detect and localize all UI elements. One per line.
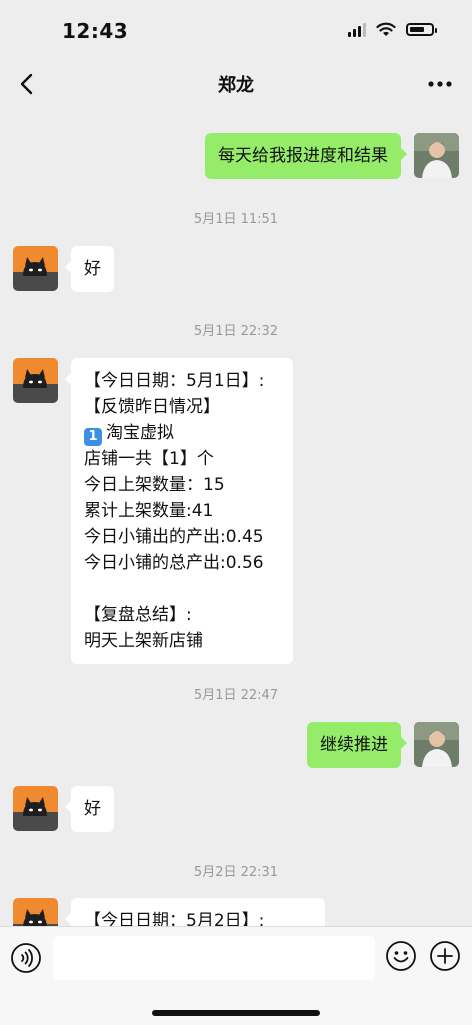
chat-title: 郑龙	[218, 75, 254, 96]
status-icons	[348, 22, 437, 37]
keycap-one-icon: 1	[84, 428, 102, 446]
emoji-icon[interactable]	[385, 940, 417, 972]
message-bubble-report[interactable]: 【今日日期：5月1日】: 【反馈昨日情况】 1 淘宝虚拟 店铺一共【1】个 今日上…	[65, 358, 293, 664]
report-line-keycap: 1 淘宝虚拟	[84, 420, 280, 446]
wifi-icon	[376, 22, 396, 36]
report-line: 累计上架数量:41	[84, 501, 214, 521]
signal-icon	[348, 22, 366, 37]
message-text: 每天给我报进度和结果	[218, 146, 388, 166]
timestamp: 5月1日 22:32	[193, 324, 279, 339]
avatar-contact[interactable]	[13, 358, 58, 403]
battery-icon	[406, 23, 437, 36]
more-dots-icon[interactable]	[424, 68, 456, 100]
report-line: 【反馈昨日情况】	[84, 397, 220, 417]
input-bar	[0, 926, 472, 1025]
plus-icon[interactable]	[429, 940, 461, 972]
message-bubble-report[interactable]: 【今日日期：5月2日】:	[65, 898, 325, 926]
avatar-self[interactable]	[414, 133, 459, 178]
status-time: 12:43	[62, 19, 129, 43]
report-line: 今日上架数量：15	[84, 475, 225, 495]
message-text: 好	[84, 259, 101, 279]
timestamp: 5月1日 22:47	[193, 688, 279, 703]
home-indicator[interactable]	[152, 1010, 320, 1016]
report-line: 今日小铺出的产出:0.45	[84, 527, 264, 547]
report-line: 店铺一共【1】个	[84, 449, 214, 469]
report-line: 淘宝虚拟	[106, 423, 174, 443]
avatar-contact[interactable]	[13, 898, 58, 926]
nav-bar: 郑龙	[0, 62, 472, 106]
avatar-contact[interactable]	[13, 786, 58, 831]
report-line: 【复盘总结】:	[84, 605, 192, 625]
message-input[interactable]	[53, 936, 375, 980]
avatar-self[interactable]	[414, 722, 459, 767]
chat-area[interactable]: 每天给我报进度和结果 5月1日 11:51 好 5月1日 22:32 【今日日期…	[0, 106, 472, 926]
voice-icon[interactable]	[10, 942, 42, 974]
status-bar: 12:43	[0, 0, 472, 62]
message-bubble-contact[interactable]: 好	[65, 246, 114, 292]
message-text: 好	[84, 799, 101, 819]
message-bubble-self[interactable]: 继续推进	[307, 722, 407, 768]
timestamp: 5月2日 22:31	[193, 865, 279, 880]
message-bubble-contact[interactable]: 好	[65, 786, 114, 832]
message-bubble-self[interactable]: 每天给我报进度和结果	[205, 133, 407, 179]
report-line: 【今日日期：5月2日】:	[84, 911, 265, 926]
report-line: 明天上架新店铺	[84, 631, 203, 651]
report-line: 今日小铺的总产出:0.56	[84, 553, 264, 573]
avatar-contact[interactable]	[13, 246, 58, 291]
report-line-blank	[84, 576, 280, 602]
message-text: 继续推进	[320, 735, 388, 755]
timestamp: 5月1日 11:51	[193, 212, 279, 227]
report-line: 【今日日期：5月1日】:	[84, 371, 265, 391]
